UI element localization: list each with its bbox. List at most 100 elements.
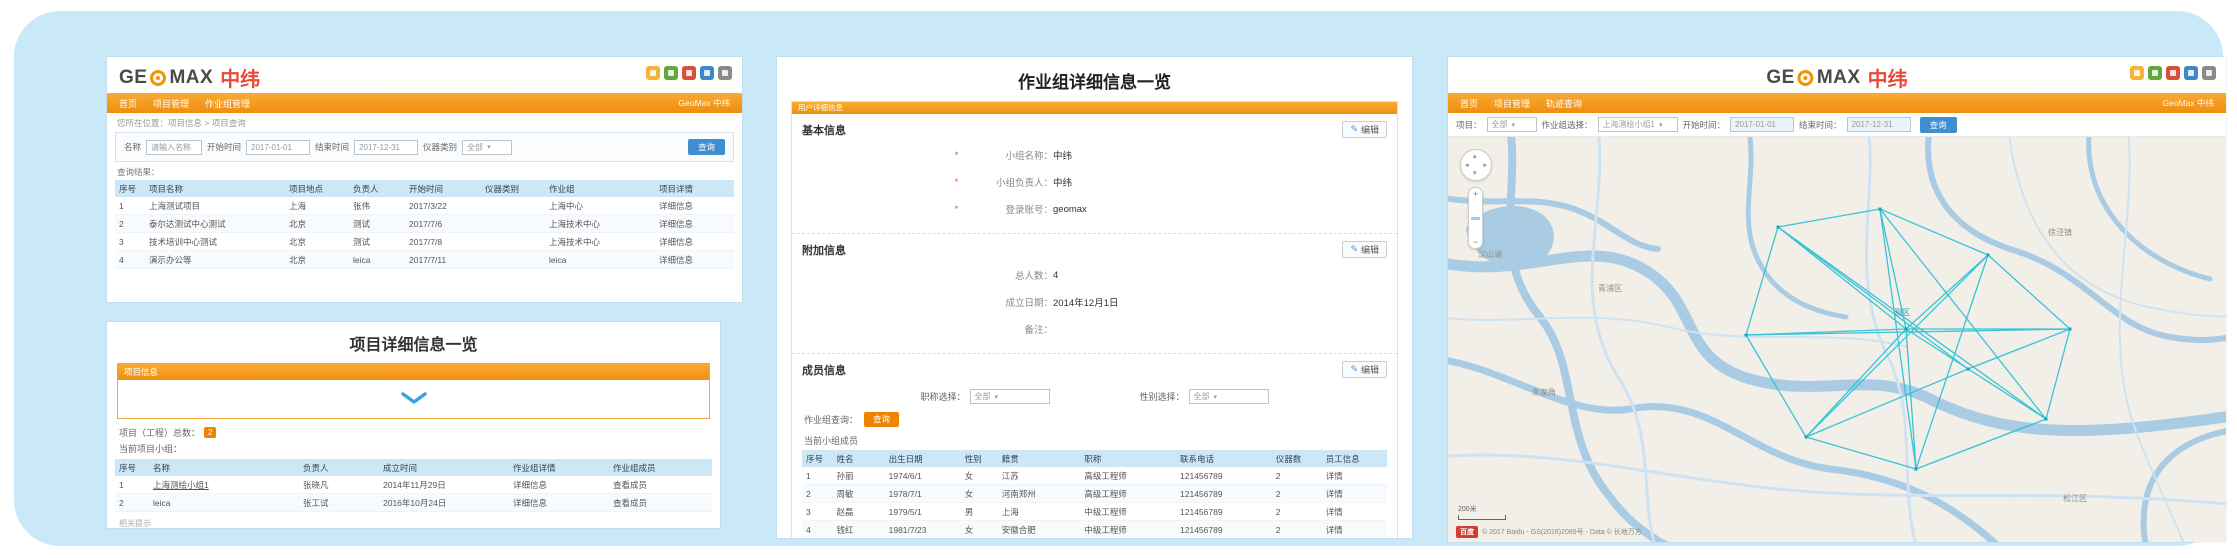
project-table: 序号 项目名称 项目地点 负责人 开始时间 仪器类别 作业组 项目详情 1 上海…: [115, 180, 734, 269]
table-header-row: 序号 名称 负责人 成立时间 作业组详情 作业组成员: [115, 459, 712, 476]
pan-right-icon[interactable]: [1483, 162, 1487, 169]
total-station-icon[interactable]: [646, 66, 660, 80]
pan-left-icon[interactable]: [1465, 162, 1469, 169]
edit-extra-button[interactable]: 编辑: [1342, 241, 1387, 258]
project-total-badge: 2: [204, 427, 216, 438]
title-select[interactable]: 全部: [970, 389, 1050, 404]
software-icon[interactable]: [718, 66, 732, 80]
detail-link[interactable]: 详细信息: [655, 215, 734, 233]
nav-item-home[interactable]: 首页: [119, 97, 137, 110]
cell-owner: 张晓凡: [299, 476, 379, 494]
detail-link[interactable]: 详细信息: [509, 494, 609, 512]
expand-toggle[interactable]: [118, 380, 709, 418]
nav-item-projects[interactable]: 项目管理: [1494, 97, 1530, 110]
cell-date: 2017/7/11: [405, 251, 481, 269]
start-date-input[interactable]: 2017-01-01: [1730, 117, 1794, 132]
level-icon[interactable]: [2166, 66, 2180, 80]
detail-link[interactable]: 详细信息: [655, 251, 734, 269]
cell-owner: leica: [349, 251, 405, 269]
controller-icon[interactable]: [700, 66, 714, 80]
map-canvas[interactable]: 淀山湖 青浦区 朱家角 徐泾镇 松江区 测区 + − 200米 百度 © 201…: [1448, 137, 2226, 542]
detail-link[interactable]: 详细信息: [509, 476, 609, 494]
gender-select[interactable]: 全部: [1189, 389, 1269, 404]
pan-down-icon[interactable]: [1473, 170, 1477, 177]
end-date-input[interactable]: 2017-12-31: [354, 140, 418, 155]
member-detail-link[interactable]: 详情: [1322, 467, 1387, 485]
zoom-control[interactable]: + −: [1468, 187, 1483, 249]
software-icon[interactable]: [2202, 66, 2216, 80]
map-label: 松江区: [2063, 493, 2087, 504]
zoom-out-button[interactable]: −: [1473, 237, 1478, 247]
level-icon[interactable]: [682, 66, 696, 80]
col-header-owner: 负责人: [349, 180, 405, 197]
nav-item-tracks[interactable]: 轨迹查询: [1546, 97, 1582, 110]
member-detail-link[interactable]: 详情: [1322, 521, 1387, 539]
logo-text-max: MAX: [1817, 67, 1861, 89]
cell-name: 上海测试项目: [145, 197, 285, 215]
controller-icon[interactable]: [2184, 66, 2198, 80]
nav-item-projects[interactable]: 项目管理: [153, 97, 189, 110]
nav-item-groups[interactable]: 作业组管理: [205, 97, 250, 110]
edit-icon: [1350, 244, 1358, 255]
group-query-button[interactable]: 查询: [864, 412, 899, 427]
edit-label: 编辑: [1361, 123, 1379, 136]
zoom-in-button[interactable]: +: [1473, 189, 1478, 199]
cell-date: 2016年10月24日: [379, 494, 509, 512]
edit-members-button[interactable]: 编辑: [1342, 361, 1387, 378]
members-link[interactable]: 查看成员: [609, 476, 712, 494]
cell-owner: 测试: [349, 233, 405, 251]
box-header: 用户详细信息: [792, 102, 1397, 114]
map-attribution: 百度 © 2017 Baidu - GS(2016)2089号 - Data ©…: [1456, 526, 1642, 538]
col-header-date: 成立时间: [379, 459, 509, 476]
project-name-input[interactable]: 请输入名称: [146, 140, 202, 155]
pan-control[interactable]: [1460, 149, 1492, 181]
detail-link[interactable]: 详细信息: [655, 197, 734, 215]
cell-date: 2017/7/8: [405, 233, 481, 251]
group-name-link[interactable]: 上海测绘小组1: [149, 476, 299, 494]
table-header-row: 序号 项目名称 项目地点 负责人 开始时间 仪器类别 作业组 项目详情: [115, 180, 734, 197]
map-label: 朱家角: [1532, 387, 1556, 398]
pan-up-icon[interactable]: [1473, 153, 1477, 160]
group-select[interactable]: 上海测绘小组1: [1598, 117, 1678, 132]
panel-project-detail: 项目详细信息一览 项目信息 项目（工程）总数： 2 当前项目小组： 序号 名称 …: [107, 322, 720, 528]
section-members: 成员信息 编辑 职称选择： 全部 性别选择： 全部 作业组查询： 查询 当前小组…: [792, 354, 1397, 538]
nav-item-home[interactable]: 首页: [1460, 97, 1478, 110]
map-query-button[interactable]: 查询: [1920, 117, 1957, 133]
table-row: 4 演示办公等 北京 leica 2017/7/11 leica 详细信息: [115, 251, 734, 269]
cell-no: 2: [115, 215, 145, 233]
geomax-target-icon: [1798, 70, 1814, 86]
cell-name: 泰尔达测试中心测试: [145, 215, 285, 233]
project-select[interactable]: 全部: [1487, 117, 1537, 132]
cell-type: [481, 215, 545, 233]
gnss-icon[interactable]: [2148, 66, 2162, 80]
member-detail-link[interactable]: 详情: [1322, 485, 1387, 503]
end-date-input[interactable]: 2017-12-31: [1847, 117, 1911, 132]
current-group-label: 当前项目小组：: [107, 442, 720, 459]
detail-link[interactable]: 详细信息: [655, 233, 734, 251]
edit-basic-button[interactable]: 编辑: [1342, 121, 1387, 138]
member-detail-link[interactable]: 详情: [1322, 503, 1387, 521]
name-label: 名称: [124, 141, 141, 153]
breadcrumb: 您所在位置：项目信息 > 项目查询: [107, 113, 742, 132]
geomax-logo: GE MAX 中纬: [1766, 63, 1907, 92]
panel-project-list: GE MAX 中纬 首页 项目管理 作业组管理 GeoMax 中纬 您所在位置：…: [107, 57, 742, 302]
cell-no: 3: [115, 233, 145, 251]
start-date-input[interactable]: 2017-01-01: [246, 140, 310, 155]
basic-fields: * 小组名称： 中纬 * 小组负责人： 中纬 * 登录账号： geomax: [802, 139, 1387, 216]
geomax-logo: GE MAX 中纬: [119, 63, 260, 92]
map-water: [1448, 137, 2226, 542]
map-graphics: [1448, 137, 2226, 542]
search-button[interactable]: 查询: [688, 139, 725, 155]
map-label: 淀山湖: [1478, 249, 1502, 260]
section-label: 附加信息: [802, 245, 846, 257]
zoom-slider[interactable]: [1471, 217, 1480, 220]
col-header-place: 项目地点: [285, 180, 349, 197]
field-founded-date: 成立日期： 2014年12月1日: [802, 295, 1387, 309]
members-link[interactable]: 查看成员: [609, 494, 712, 512]
table-row: 1 上海测试项目 上海 张伟 2017/3/22 上海中心 详细信息: [115, 197, 734, 215]
instrument-select[interactable]: 全部: [462, 140, 512, 155]
total-station-icon[interactable]: [2130, 66, 2144, 80]
gnss-icon[interactable]: [664, 66, 678, 80]
navbar: 首页 项目管理 作业组管理 GeoMax 中纬: [107, 93, 742, 113]
cell-group: 上海中心: [545, 197, 655, 215]
